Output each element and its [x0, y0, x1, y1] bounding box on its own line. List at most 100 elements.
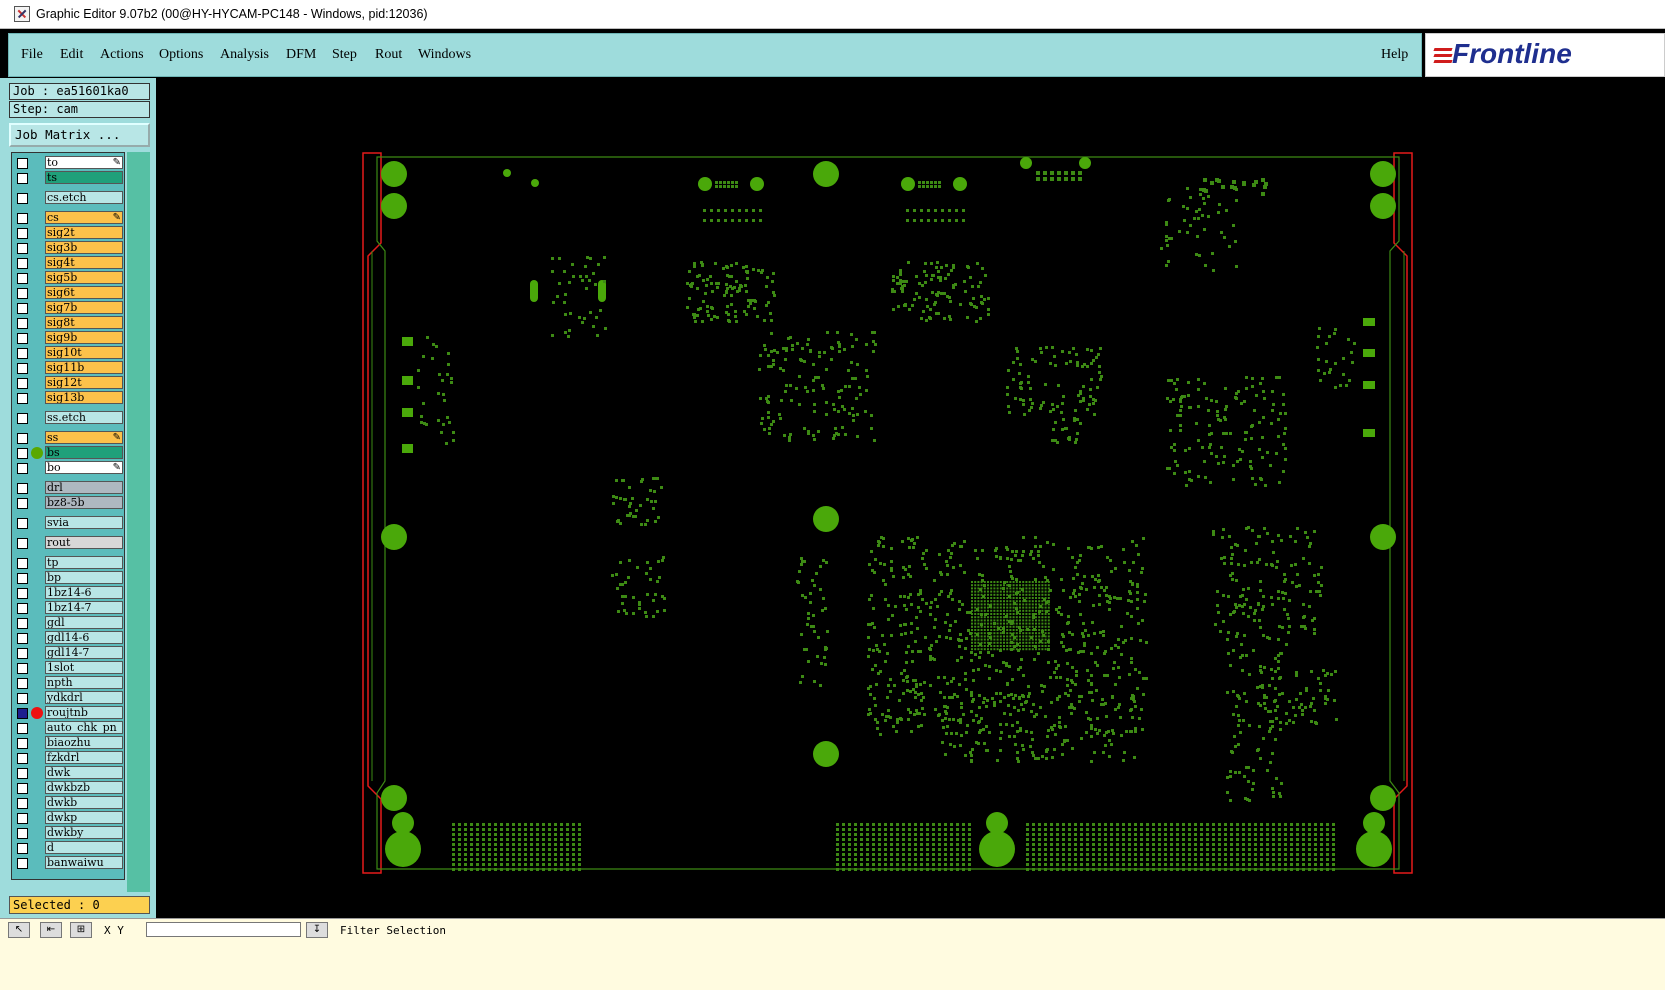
layer-checkbox[interactable] — [17, 573, 28, 584]
menu-help[interactable]: Help — [1381, 47, 1408, 63]
layer-checkbox[interactable] — [17, 173, 28, 184]
layer-checkbox[interactable] — [17, 463, 28, 474]
layer-checkbox[interactable] — [17, 518, 28, 529]
layer-row[interactable]: gdl14-6 — [12, 631, 124, 646]
layer-checkbox[interactable] — [17, 768, 28, 779]
layer-row[interactable]: 1slot — [12, 661, 124, 676]
layer-name[interactable]: cs ✎ — [45, 211, 123, 224]
layer-row[interactable]: ts — [12, 171, 124, 186]
layer-row[interactable]: sig2t — [12, 226, 124, 241]
layer-name[interactable]: to ✎ — [45, 156, 123, 169]
layer-name[interactable]: bz8-5b — [45, 496, 123, 509]
layer-name[interactable]: gdl14-7 — [45, 646, 123, 659]
layer-row[interactable]: bz8-5b — [12, 496, 124, 511]
menu-file[interactable]: File — [21, 47, 43, 63]
layer-row[interactable]: tp — [12, 556, 124, 571]
job-matrix-button[interactable]: Job Matrix ... — [9, 123, 150, 147]
menu-dfm[interactable]: DFM — [286, 47, 316, 63]
layer-row[interactable]: bo ✎ — [12, 461, 124, 476]
layer-row[interactable]: sig6t — [12, 286, 124, 301]
layer-name[interactable]: ss ✎ — [45, 431, 123, 444]
layer-row[interactable]: ss.etch — [12, 411, 124, 426]
layer-checkbox[interactable] — [17, 213, 28, 224]
layer-name[interactable]: ss.etch — [45, 411, 123, 424]
layer-checkbox[interactable] — [17, 228, 28, 239]
layer-checkbox[interactable] — [17, 798, 28, 809]
layer-checkbox[interactable] — [17, 843, 28, 854]
layer-row[interactable]: sig3b — [12, 241, 124, 256]
layer-row[interactable]: sig7b — [12, 301, 124, 316]
layer-name[interactable]: gdl14-6 — [45, 631, 123, 644]
layer-checkbox[interactable] — [17, 723, 28, 734]
layer-checkbox[interactable] — [17, 708, 28, 719]
layer-checkbox[interactable] — [17, 738, 28, 749]
layer-row[interactable]: biaozhu — [12, 736, 124, 751]
layer-name[interactable]: sig3b — [45, 241, 123, 254]
layer-row[interactable]: rout — [12, 536, 124, 551]
menu-options[interactable]: Options — [159, 47, 203, 63]
layer-row[interactable]: gdl14-7 — [12, 646, 124, 661]
layer-checkbox[interactable] — [17, 633, 28, 644]
layer-row[interactable]: sig4t — [12, 256, 124, 271]
layer-checkbox[interactable] — [17, 433, 28, 444]
layer-name[interactable]: ydkdrl — [45, 691, 123, 704]
menu-rout[interactable]: Rout — [375, 47, 402, 63]
layer-checkbox[interactable] — [17, 828, 28, 839]
layer-checkbox[interactable] — [17, 333, 28, 344]
layer-name[interactable]: fzkdrl — [45, 751, 123, 764]
layer-checkbox[interactable] — [17, 318, 28, 329]
zoom-tool-button[interactable]: ⊞ — [70, 922, 92, 938]
layer-name[interactable]: drl — [45, 481, 123, 494]
layer-name[interactable]: d — [45, 841, 123, 854]
layer-name[interactable]: bp — [45, 571, 123, 584]
layer-name[interactable]: 1slot — [45, 661, 123, 674]
layer-row[interactable]: fzkdrl — [12, 751, 124, 766]
layer-name[interactable]: biaozhu — [45, 736, 123, 749]
layer-row[interactable]: ydkdrl — [12, 691, 124, 706]
pcb-graphic[interactable] — [156, 81, 1665, 918]
prev-tool-button[interactable]: ⇤ — [40, 922, 62, 938]
layer-checkbox[interactable] — [17, 288, 28, 299]
layer-name[interactable]: dwkp — [45, 811, 123, 824]
menu-windows[interactable]: Windows — [418, 47, 471, 63]
layer-name[interactable]: 1bz14-7 — [45, 601, 123, 614]
layer-checkbox[interactable] — [17, 393, 28, 404]
layer-row[interactable]: dwk — [12, 766, 124, 781]
layer-name[interactable]: ts — [45, 171, 123, 184]
layer-checkbox[interactable] — [17, 483, 28, 494]
layer-name[interactable]: sig7b — [45, 301, 123, 314]
layer-name[interactable]: sig2t — [45, 226, 123, 239]
layer-checkbox[interactable] — [17, 158, 28, 169]
menu-step[interactable]: Step — [332, 47, 357, 63]
menu-edit[interactable]: Edit — [60, 47, 83, 63]
layer-name[interactable]: gdl — [45, 616, 123, 629]
layer-row[interactable]: sig8t — [12, 316, 124, 331]
layer-name[interactable]: 1bz14-6 — [45, 586, 123, 599]
layer-row[interactable]: dwkby — [12, 826, 124, 841]
layer-name[interactable]: dwkbzb — [45, 781, 123, 794]
layer-checkbox[interactable] — [17, 243, 28, 254]
layer-row[interactable]: gdl — [12, 616, 124, 631]
layer-row[interactable]: drl — [12, 481, 124, 496]
layer-checkbox[interactable] — [17, 348, 28, 359]
layer-name[interactable]: sig9b — [45, 331, 123, 344]
layer-row[interactable]: ss ✎ — [12, 431, 124, 446]
layer-row[interactable]: roujtnb — [12, 706, 124, 721]
layer-checkbox[interactable] — [17, 273, 28, 284]
layer-row[interactable]: bp — [12, 571, 124, 586]
layer-checkbox[interactable] — [17, 558, 28, 569]
layer-checkbox[interactable] — [17, 538, 28, 549]
layer-name[interactable]: auto_chk_pn — [45, 721, 123, 734]
layer-checkbox[interactable] — [17, 663, 28, 674]
layer-name[interactable]: dwkby — [45, 826, 123, 839]
layer-list-scrollbar[interactable] — [127, 152, 150, 892]
layer-checkbox[interactable] — [17, 378, 28, 389]
layer-name[interactable]: dwk — [45, 766, 123, 779]
menu-actions[interactable]: Actions — [100, 47, 144, 63]
layer-checkbox[interactable] — [17, 258, 28, 269]
layer-display-dot[interactable] — [31, 447, 43, 459]
layer-name[interactable]: sig12t — [45, 376, 123, 389]
layer-row[interactable]: auto_chk_pn — [12, 721, 124, 736]
layer-checkbox[interactable] — [17, 813, 28, 824]
layer-row[interactable]: sig5b — [12, 271, 124, 286]
